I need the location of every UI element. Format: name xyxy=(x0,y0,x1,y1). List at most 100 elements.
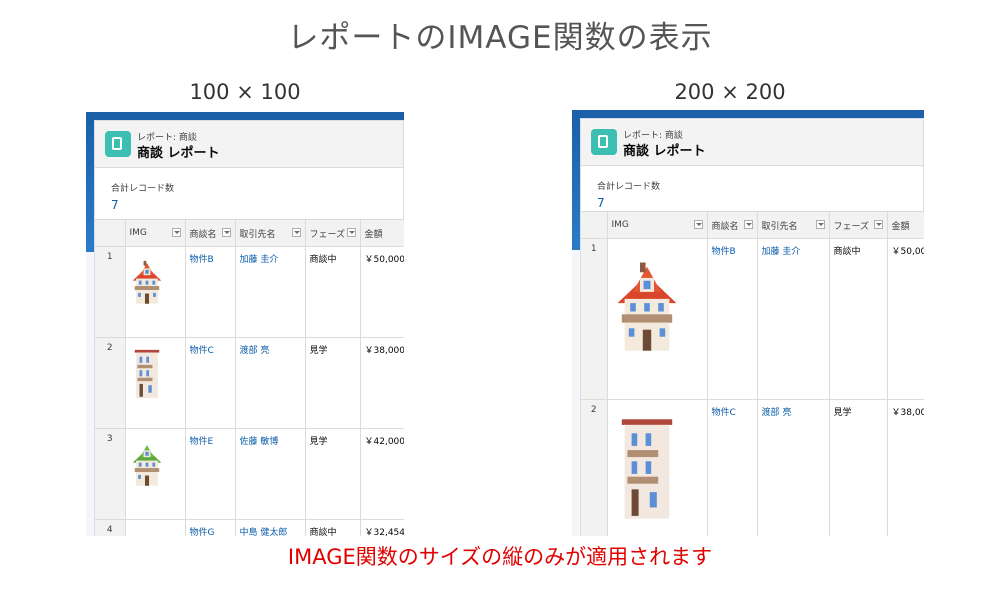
report-card: レポート: 商談 商談 レポート 合計レコード数 7 IMG 商談名 取引先名 … xyxy=(580,118,924,536)
column-header-opportunity[interactable]: 商談名 xyxy=(707,211,758,239)
table-row[interactable]: 1 物件B 加藤 圭介 商談中 ￥50,00 xyxy=(581,238,924,400)
phase-cell: 見学 xyxy=(305,337,361,429)
amount-cell: ￥38,00 xyxy=(887,399,924,536)
footer-note: IMAGE関数のサイズの縦のみが適用されます xyxy=(287,545,713,569)
phase-cell: 商談中 xyxy=(305,519,361,536)
column-header-phase[interactable]: フェーズ xyxy=(305,219,361,247)
column-header-opportunity[interactable]: 商談名 xyxy=(185,219,236,247)
column-label: 商談名 xyxy=(189,229,217,240)
account-link[interactable]: 加藤 圭介 xyxy=(757,238,830,400)
account-link[interactable]: 加藤 圭介 xyxy=(235,246,306,338)
column-label: フェーズ xyxy=(309,229,346,240)
column-header-account[interactable]: 取引先名 xyxy=(235,219,306,247)
column-header-amount[interactable]: 金額 xyxy=(360,219,404,247)
report-icon xyxy=(591,129,617,155)
account-link[interactable]: 中島 健太郎 xyxy=(235,519,306,536)
table-row[interactable]: 2 物件C 渡部 亮 見学 ￥38,00 xyxy=(581,399,924,536)
total-records-label: 合計レコード数 xyxy=(597,182,661,192)
chevron-down-icon[interactable] xyxy=(171,228,181,237)
report-card: レポート: 商談 商談 レポート 合計レコード数 7 IMG 商談名 取引先名 … xyxy=(94,120,404,536)
opportunity-link[interactable]: 物件C xyxy=(707,399,758,536)
column-label: 金額 xyxy=(891,221,910,232)
row-image xyxy=(125,246,186,338)
column-label: 取引先名 xyxy=(761,221,798,232)
report-header: レポート: 商談 商談 レポート xyxy=(95,121,403,168)
report-panel-large: レポート: 商談 商談 レポート 合計レコード数 7 IMG 商談名 取引先名 … xyxy=(572,110,924,536)
table-row[interactable]: 2 物件C 渡部 亮 見学 ￥38,000, xyxy=(95,337,404,429)
column-label: IMG xyxy=(611,220,629,230)
chevron-down-icon[interactable] xyxy=(221,228,231,237)
house-image xyxy=(612,244,703,372)
table-header-row: IMG 商談名 取引先名 フェーズ 金額 xyxy=(581,211,924,239)
opportunity-link[interactable]: 物件B xyxy=(185,246,236,338)
report-table: IMG 商談名 取引先名 フェーズ 金額 1 物件B 加藤 圭介 商談中 ￥50… xyxy=(581,211,924,536)
column-label: 金額 xyxy=(364,229,383,240)
chevron-down-icon[interactable] xyxy=(815,220,825,229)
total-records-label: 合計レコード数 xyxy=(111,184,175,194)
chevron-down-icon[interactable] xyxy=(743,220,753,229)
phase-cell: 商談中 xyxy=(829,238,888,400)
house-image xyxy=(130,525,181,536)
column-label: 取引先名 xyxy=(239,229,276,240)
amount-cell: ￥50,00 xyxy=(887,238,924,400)
total-records-value: 7 xyxy=(111,198,119,212)
row-image xyxy=(125,428,186,520)
account-link[interactable]: 渡部 亮 xyxy=(757,399,830,536)
phase-cell: 見学 xyxy=(829,399,888,536)
row-number: 1 xyxy=(95,246,126,338)
row-image xyxy=(125,519,186,536)
panel-size-label-small: 100 × 100 xyxy=(189,80,301,104)
report-header: レポート: 商談 商談 レポート xyxy=(581,119,923,166)
account-link[interactable]: 渡部 亮 xyxy=(235,337,306,429)
chevron-down-icon[interactable] xyxy=(291,228,301,237)
opportunity-link[interactable]: 物件E xyxy=(185,428,236,520)
table-row[interactable]: 3 物件E 佐藤 敏博 見学 ￥42,000, xyxy=(95,428,404,520)
opportunity-link[interactable]: 物件B xyxy=(707,238,758,400)
opportunity-link[interactable]: 物件C xyxy=(185,337,236,429)
row-number: 1 xyxy=(581,238,608,400)
house-image xyxy=(130,252,181,314)
house-image xyxy=(130,434,181,496)
report-icon xyxy=(105,131,131,157)
column-header-img[interactable]: IMG xyxy=(607,211,708,239)
phase-cell: 見学 xyxy=(305,428,361,520)
column-header-amount[interactable]: 金額 xyxy=(887,211,924,239)
total-records-value: 7 xyxy=(597,196,605,210)
row-number: 2 xyxy=(581,399,608,536)
table-header-row: IMG 商談名 取引先名 フェーズ 金額 xyxy=(95,219,404,247)
row-number: 2 xyxy=(95,337,126,429)
row-number-header xyxy=(95,219,126,247)
house-image xyxy=(130,343,181,405)
column-label: フェーズ xyxy=(833,221,870,232)
row-number: 4 xyxy=(95,519,126,536)
report-title: 商談 レポート xyxy=(623,144,706,159)
column-label: 商談名 xyxy=(711,221,739,232)
panel-size-label-large: 200 × 200 xyxy=(674,80,786,104)
chevron-down-icon[interactable] xyxy=(693,220,703,229)
report-title: 商談 レポート xyxy=(137,146,220,161)
account-link[interactable]: 佐藤 敏博 xyxy=(235,428,306,520)
chevron-down-icon[interactable] xyxy=(873,220,883,229)
row-number: 3 xyxy=(95,428,126,520)
column-header-account[interactable]: 取引先名 xyxy=(757,211,830,239)
report-table: IMG 商談名 取引先名 フェーズ 金額 1 物件B 加藤 圭介 商談中 ￥50… xyxy=(95,219,404,536)
house-image xyxy=(612,405,703,533)
amount-cell: ￥32,454, xyxy=(360,519,404,536)
amount-cell: ￥42,000, xyxy=(360,428,404,520)
column-label: IMG xyxy=(129,228,147,238)
row-image xyxy=(607,238,708,400)
opportunity-link[interactable]: 物件G xyxy=(185,519,236,536)
amount-cell: ￥50,000, xyxy=(360,246,404,338)
report-panel-small: レポート: 商談 商談 レポート 合計レコード数 7 IMG 商談名 取引先名 … xyxy=(86,112,404,536)
amount-cell: ￥38,000, xyxy=(360,337,404,429)
table-row[interactable]: 1 物件B 加藤 圭介 商談中 ￥50,000, xyxy=(95,246,404,338)
page-title: レポートのIMAGE関数の表示 xyxy=(287,20,713,56)
column-header-phase[interactable]: フェーズ xyxy=(829,211,888,239)
row-number-header xyxy=(581,211,608,239)
column-header-img[interactable]: IMG xyxy=(125,219,186,247)
chevron-down-icon[interactable] xyxy=(346,228,356,237)
phase-cell: 商談中 xyxy=(305,246,361,338)
row-image xyxy=(607,399,708,536)
table-row[interactable]: 4 物件G 中島 健太郎 商談中 ￥32,454, xyxy=(95,519,404,536)
row-image xyxy=(125,337,186,429)
